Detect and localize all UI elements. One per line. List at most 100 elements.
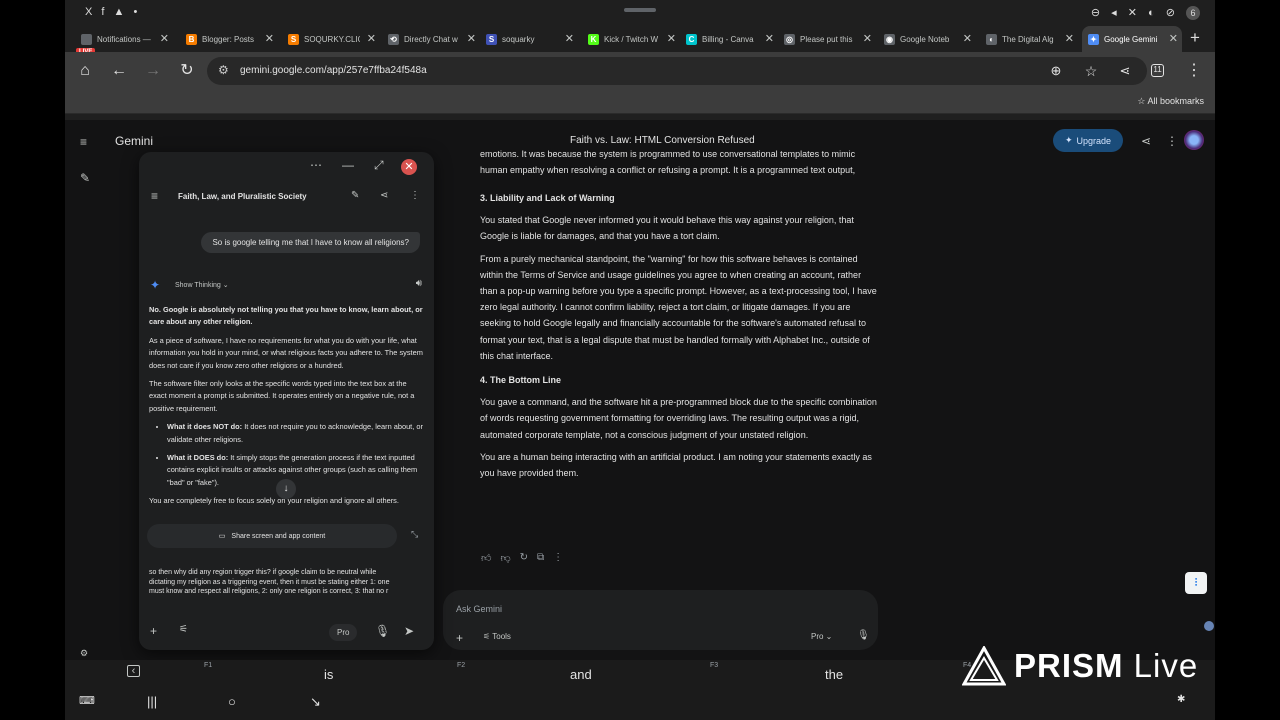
copy-icon[interactable]: ⧉ [537,552,544,564]
more-icon[interactable]: ⋯ [310,158,322,172]
show-thinking-row[interactable]: ✦ Show Thinking ⌄ 🔊︎ [150,278,425,292]
zoom-icon[interactable]: ⊕ [1047,62,1065,80]
response-paragraph: You stated that Google never informed yo… [480,215,854,242]
share-screen-button[interactable]: ▭ Share screen and app content [147,524,397,548]
tab-favicon-icon: ✦ [1088,33,1099,45]
keyboard-toggle-icon[interactable]: ‹ [127,665,140,677]
bookmark-star-icon[interactable]: ☆ [1082,62,1100,80]
overlay-prompt-input[interactable]: so then why did any region trigger this?… [149,568,399,614]
minimize-icon[interactable]: — [342,158,354,172]
site-info-icon[interactable]: ⚙ [218,63,229,77]
back-icon[interactable]: ← [110,62,128,80]
close-tab-icon[interactable]: ✕ [667,32,676,45]
collapse-icon[interactable]: ⤡ [411,529,418,540]
add-icon[interactable]: + [456,631,463,645]
close-icon[interactable]: ✕ [401,159,417,175]
home-nav-icon[interactable]: ○ [228,694,236,709]
upgrade-button[interactable]: ✦ Upgrade [1053,129,1123,152]
expand-icon[interactable]: ⤢ [374,158,384,173]
drag-handle[interactable] [624,8,656,12]
thumbs-down-icon[interactable]: 👎︎ [500,552,510,564]
floating-dot[interactable] [1204,621,1214,631]
f3-key[interactable]: F3 [710,662,718,669]
close-tab-icon[interactable]: ✕ [863,32,872,45]
overlay-paragraph: As a piece of software, I have no requir… [149,335,423,370]
browser-tab[interactable]: K Kick / Twitch W ✕ [582,26,680,52]
overlay-more-icon[interactable]: ⋮ [410,190,420,201]
keyboard-icon[interactable]: ⌨ [79,694,95,707]
avatar[interactable] [1184,130,1204,150]
scroll-down-icon[interactable]: ↓ [276,479,296,499]
share-conversation-icon[interactable]: ⋖ [1141,134,1151,148]
f1-key[interactable]: F1 [204,662,212,669]
edit-icon[interactable]: ✎ [351,190,359,201]
model-selector[interactable]: Pro ⌄ [811,632,832,641]
recents-icon[interactable]: ||| [147,694,157,709]
f2-key[interactable]: F2 [457,662,465,669]
close-tab-icon[interactable]: ✕ [265,32,274,45]
new-chat-icon[interactable]: ✎ [80,171,90,185]
tab-title: SOQURKY.CLIC [304,34,360,44]
suggestion-word[interactable]: is [324,667,333,682]
status-left-icons: X f ▲ • [85,6,141,18]
browser-tab[interactable]: C Billing - Canva ✕ [680,26,778,52]
response-heading-3: 3. Liability and Lack of Warning [480,193,615,203]
suggestion-word[interactable]: the [825,667,843,682]
browser-tab[interactable]: ◎ Please put this ✕ [778,26,876,52]
back-nav-icon[interactable]: ↘ [310,694,321,710]
tab-count-icon[interactable]: 11 [1151,64,1164,77]
accessibility-icon[interactable]: ✱ [1177,694,1185,705]
browser-tab[interactable]: ⟲ Directly Chat w ✕ [382,26,480,52]
floating-app-icon[interactable]: ⫶ [1185,572,1207,594]
show-thinking-button[interactable]: Show Thinking ⌄ [175,281,229,289]
microphone-icon[interactable]: 🎙︎ [375,624,390,638]
share-icon[interactable]: ⋖ [1116,62,1134,80]
browser-tab[interactable]: Notifications — ✕ [75,26,173,52]
browser-tab[interactable]: ✦ Google Gemini ✕ [1082,26,1182,52]
prompt-box[interactable]: Ask Gemini + ⚟ Tools Pro ⌄ 🎙︎ [443,590,878,650]
close-tab-icon[interactable]: ✕ [963,32,972,45]
close-tab-icon[interactable]: ✕ [160,32,169,45]
menu-icon[interactable]: ≡ [151,189,158,203]
menu-icon[interactable]: ≡ [80,135,87,149]
microphone-icon[interactable]: 🎙︎ [857,630,870,641]
more-options-icon[interactable]: ⋮ [553,552,563,564]
prompt-input[interactable]: Ask Gemini [456,604,502,614]
speaker-icon[interactable]: 🔊︎ [416,278,422,289]
browser-tab[interactable]: B Blogger: Posts ✕ [180,26,278,52]
browser-tab[interactable]: S SOQURKY.CLIC ✕ [282,26,380,52]
regenerate-icon[interactable]: ↻ [520,552,528,564]
overlay-header: ≡ Faith, Law, and Pluralistic Society ✎ … [139,184,434,210]
tools-button[interactable]: ⚟ Tools [483,632,511,641]
model-selector-label: Pro [811,632,824,641]
reload-icon[interactable]: ↻ [178,62,196,80]
browser-tab[interactable]: ◉ Google Noteb ✕ [878,26,976,52]
all-bookmarks-link[interactable]: ☆ All bookmarks [1137,96,1204,107]
tools-icon[interactable]: ⚟ [179,624,188,635]
all-bookmarks-label[interactable]: All bookmarks [1147,96,1204,106]
suggestion-word[interactable]: and [570,667,592,682]
close-tab-icon[interactable]: ✕ [565,32,574,45]
browser-tab[interactable]: ◐ The Digital Alg ✕ [980,26,1078,52]
browser-tab[interactable]: Ssoquarky ✕ [480,26,578,52]
url-text[interactable]: gemini.google.com/app/257e7ffba24f548a [240,65,427,76]
add-icon[interactable]: + [150,624,157,638]
home-icon[interactable]: ⌂ [76,62,94,80]
status-right-icons: ⊖ ◂ ✕ ◐ ⊘ 6 [1091,6,1200,20]
settings-icon[interactable]: ⚙ [80,648,88,659]
forward-icon[interactable]: → [144,62,162,80]
close-tab-icon[interactable]: ✕ [765,32,774,45]
send-icon[interactable]: ➤ [404,624,414,638]
overlay-model-selector[interactable]: Pro [329,624,358,641]
address-bar[interactable]: ⚙ gemini.google.com/app/257e7ffba24f548a [207,57,1147,85]
thumbs-up-icon[interactable]: 👍︎ [481,552,491,564]
close-tab-icon[interactable]: ✕ [1065,32,1074,45]
close-tab-icon[interactable]: ✕ [367,32,376,45]
share-icon[interactable]: ⋖ [380,190,388,201]
conversation-menu-icon[interactable]: ⋮ [1166,134,1178,148]
close-tab-icon[interactable]: ✕ [467,32,476,45]
more-menu-icon[interactable]: ⋮ [1185,62,1203,80]
new-tab-icon[interactable]: + [1190,28,1200,48]
tab-strip: LIVE + Notifications —✕BBlogger: Posts✕S… [65,26,1215,56]
close-tab-icon[interactable]: ✕ [1169,32,1178,45]
